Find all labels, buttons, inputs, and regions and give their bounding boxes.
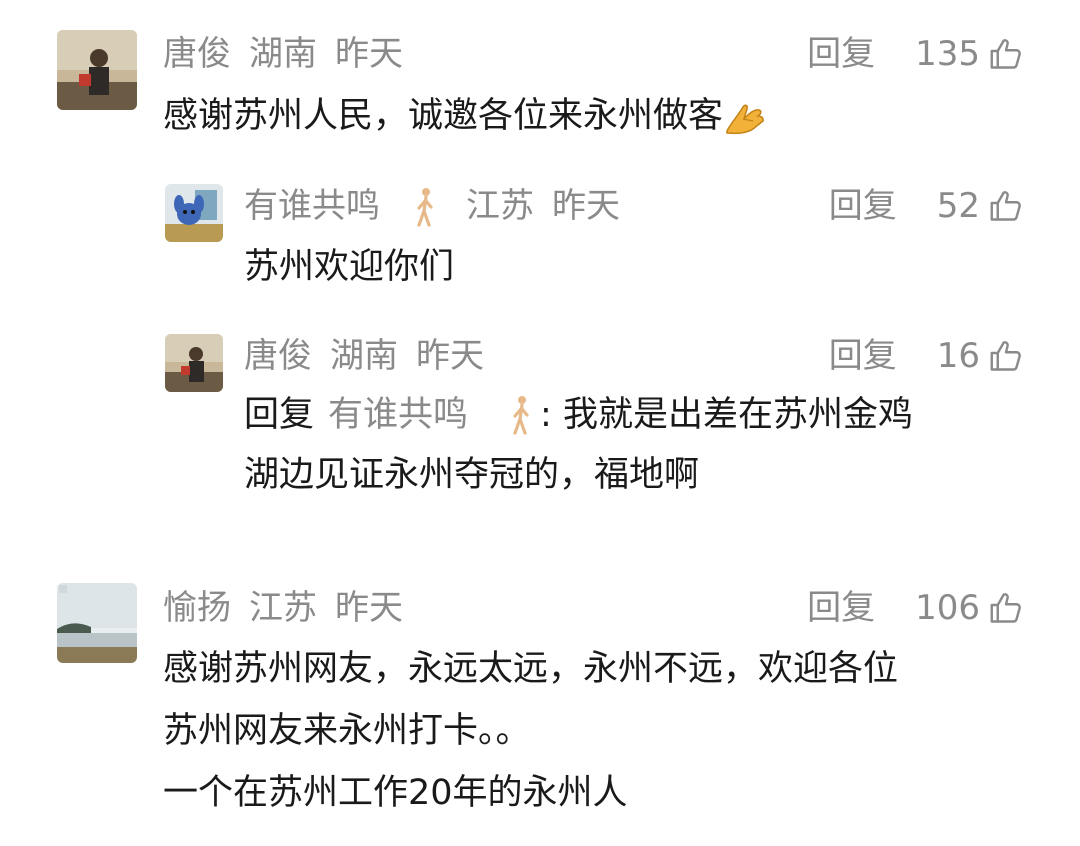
folded-hands-icon [726,104,764,135]
comment-text-line-2: 苏州网友来永州打卡。。 [163,701,531,761]
comment-text-line-1: 感谢苏州网友，永远太远，永州不远，欢迎各位 [163,639,898,699]
username[interactable]: 唐俊 [163,34,231,74]
reply-body-line-1: : 我就是出差在苏州金鸡 [540,395,913,435]
comment-text: 感谢苏州人民，诚邀各位来永州做客 [163,86,769,146]
timestamp: 昨天 [552,186,620,226]
location: 湖南 [330,336,398,376]
location: 江苏 [249,588,317,628]
reply-body: 苏州欢迎你们 [244,247,455,287]
comment-body-line-1: 感谢苏州网友，永远太远，永州不远，欢迎各位 [163,649,899,689]
reply-text: 苏州欢迎你们 [244,237,454,297]
like-count: 16 [936,336,980,376]
reply-button[interactable]: 回复 [829,184,897,228]
reply-button[interactable]: 回复 [807,586,875,630]
comment-body-line-3: 一个在苏州工作20年的永州人 [163,773,628,813]
landscape-avatar[interactable] [57,583,137,663]
thumbs-up-icon[interactable] [988,188,1024,224]
mentioned-user[interactable]: 有谁共鸣 [328,395,468,435]
thumbs-up-icon[interactable] [988,36,1024,72]
walking-person-icon [417,187,433,227]
username[interactable]: 愉扬 [163,588,231,628]
reply-button[interactable]: 回复 [829,334,897,378]
timestamp: 昨天 [416,336,484,376]
reply-actions: 回复 16 [829,334,1024,378]
location: 江苏 [466,186,534,226]
username[interactable]: 唐俊 [244,336,312,376]
reply-actions: 回复 52 [829,184,1024,228]
reply-body-line-2: 湖边见证永州夺冠的，福地啊 [244,455,700,495]
comment-meta: 唐俊 湖南 昨天 [163,32,421,76]
timestamp: 昨天 [335,34,403,74]
thumbs-up-icon[interactable] [988,590,1024,626]
reply-text-line-2: 湖边见证永州夺冠的，福地啊 [244,445,699,505]
reply-prefix: 回复 [244,395,315,435]
comment-meta: 愉扬 江苏 昨天 [163,586,421,630]
username[interactable]: 有谁共鸣 [244,186,380,226]
reply-button[interactable]: 回复 [807,32,875,76]
thumbs-up-icon[interactable] [988,338,1024,374]
comment-body: 感谢苏州人民，诚邀各位来永州做客 [163,96,724,136]
comment-body-line-2: 苏州网友来永州打卡。。 [163,711,531,751]
like-count: 52 [936,186,980,226]
person-portrait-avatar[interactable] [165,334,223,392]
cartoon-avatar[interactable] [165,184,223,242]
person-portrait-avatar[interactable] [57,30,137,110]
walking-person-icon [513,396,529,435]
comment-text-line-3: 一个在苏州工作20年的永州人 [163,763,628,823]
like-count: 106 [915,588,980,628]
reply-meta: 唐俊 湖南 昨天 [244,334,502,378]
reply-text: 回复 有谁共鸣 : 我就是出差在苏州金鸡 [244,385,913,445]
comment-actions: 回复 106 [807,586,1024,630]
comment-actions: 回复 135 [807,32,1024,76]
reply-meta: 有谁共鸣 江苏 昨天 [244,184,638,229]
timestamp: 昨天 [335,588,403,628]
like-count: 135 [915,34,980,74]
location: 湖南 [249,34,317,74]
